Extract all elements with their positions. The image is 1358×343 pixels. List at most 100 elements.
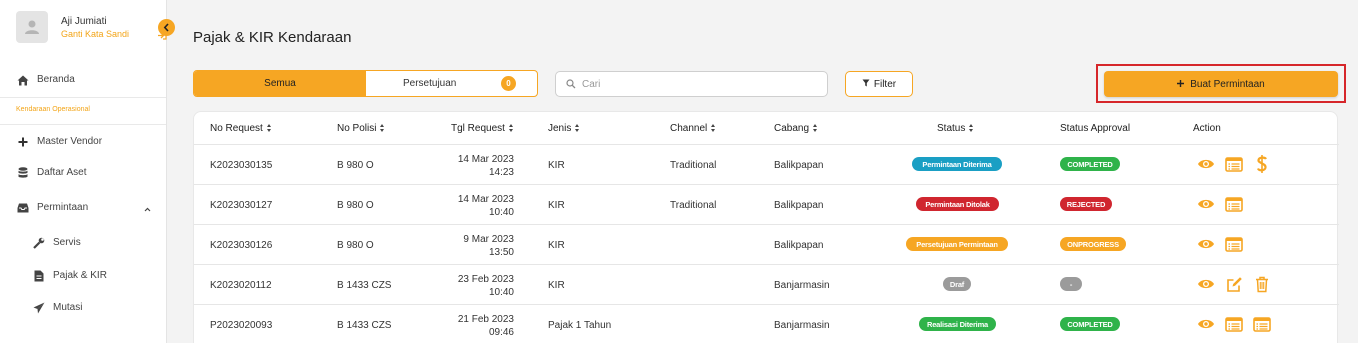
sidebar-item-beranda[interactable]: Beranda [0,67,166,93]
no-polisi-cell: B 980 O [337,160,374,171]
column-header[interactable]: No Request [210,123,272,134]
column-header[interactable]: Channel [670,123,716,134]
column-header: Action [1193,123,1221,134]
column-header[interactable]: No Polisi [337,123,385,134]
sort-icon [380,124,385,133]
tab-semua[interactable]: Semua [194,71,366,96]
jenis-cell: KIR [548,280,565,291]
no-request-cell: P2023020093 [210,320,273,331]
paper-plane-icon [32,301,46,315]
dollar-icon[interactable] [1252,154,1272,174]
approval-badge: - [1060,277,1082,291]
approval-badge: COMPLETED [1060,157,1120,171]
cabang-cell: Balikpapan [774,200,824,211]
view-icon[interactable] [1196,274,1216,294]
no-polisi-cell: B 980 O [337,240,374,251]
status-badge: Permintaan Ditolak [916,197,999,211]
column-header-label: No Request [210,123,263,134]
table-row: K2023030127 B 980 O 14 Mar 2023 10:40 KIR… [194,184,1339,224]
file-icon [32,269,46,283]
column-header[interactable]: Jenis [548,123,580,134]
column-header-label: No Polisi [337,123,377,134]
inbox-icon [16,201,30,215]
sidebar-item-servis[interactable]: Servis [0,230,166,256]
list-icon[interactable] [1224,194,1244,214]
status-badge: Permintaan Diterima [912,157,1002,171]
count-badge: 0 [501,76,516,91]
edit-icon[interactable] [1224,274,1244,294]
collapse-sidebar-button[interactable] [158,19,175,36]
sidebar-item-label: Pajak & KIR [53,270,107,281]
sidebar-item-permintaan[interactable]: Permintaan [0,195,166,221]
sidebar-item-daftar-aset[interactable]: Daftar Aset [0,160,166,186]
view-icon[interactable] [1196,154,1216,174]
status-tabs: Semua Persetujuan 0 [193,70,538,97]
sort-icon [813,124,818,133]
search-input[interactable] [582,76,817,92]
sort-icon [711,124,716,133]
chevron-up-icon [144,203,151,215]
request-time: 10:40 [488,287,514,298]
divider [0,124,166,125]
user-name: Aji Jumiati [61,16,107,27]
no-request-cell: K2023020112 [210,280,272,291]
list-icon[interactable] [1224,234,1244,254]
divider [0,97,166,98]
sidebar-item-mutasi[interactable]: Mutasi [0,295,166,321]
sidebar-item-label: Permintaan [37,202,89,213]
column-header-label: Status [937,123,966,134]
home-icon [16,73,30,87]
column-header-label: Cabang [774,123,810,134]
tab-label: Persetujuan [403,78,457,89]
sort-icon [508,124,514,133]
cabang-cell: Balikpapan [774,160,824,171]
sidebar-item-label: Mutasi [53,302,83,313]
avatar[interactable] [16,11,48,43]
plus-icon [1177,79,1185,90]
create-request-button[interactable]: Buat Permintaan [1104,71,1338,97]
column-header-label: Jenis [548,123,572,134]
status-badge: Draf [943,277,971,291]
column-header[interactable]: Cabang [774,123,818,134]
database-icon [16,166,30,180]
filter-label: Filter [873,78,897,90]
list-icon[interactable] [1224,314,1244,334]
chevron-left-icon [163,23,169,32]
no-polisi-cell: B 980 O [337,200,374,211]
row-actions [1196,313,1272,335]
cabang-cell: Banjarmasin [774,320,830,331]
cabang-cell: Banjarmasin [774,280,830,291]
page-title: Pajak & KIR Kendaraan [193,29,352,46]
trash-icon[interactable] [1252,274,1272,294]
sidebar-item-master-vendor[interactable]: Master Vendor [0,129,166,155]
column-header[interactable]: Tgl Request [451,123,514,134]
change-password-link[interactable]: Ganti Kata Sandi [61,29,129,39]
column-header[interactable]: Status [937,123,974,134]
jenis-cell: KIR [548,160,565,171]
table-row: K2023020112 B 1433 CZS 23 Feb 2023 10:40 … [194,264,1339,304]
wrench-icon [32,236,46,250]
jenis-cell: KIR [548,240,565,251]
tab-persetujuan[interactable]: Persetujuan 0 [366,71,537,96]
column-header-label: Tgl Request [451,123,505,134]
request-date: 23 Feb 2023 [457,274,514,285]
view-icon[interactable] [1196,234,1216,254]
channel-cell: Traditional [670,160,717,171]
sidebar-item-pajak-kir[interactable]: Pajak & KIR [0,263,166,289]
request-date-cell: 23 Feb 2023 10:40 [434,273,514,299]
list-icon[interactable] [1224,154,1244,174]
filter-button[interactable]: Filter [845,71,913,97]
list-icon[interactable] [1252,314,1272,334]
view-icon[interactable] [1196,314,1216,334]
request-date-cell: 21 Feb 2023 09:46 [434,313,514,339]
view-icon[interactable] [1196,194,1216,214]
approval-badge: COMPLETED [1060,317,1120,331]
row-actions [1196,233,1244,255]
sort-icon [575,124,580,133]
request-time: 09:46 [488,327,514,338]
jenis-cell: KIR [548,200,565,211]
request-time: 13:50 [488,247,514,258]
create-request-label: Buat Permintaan [1190,78,1265,90]
no-request-cell: K2023030135 [210,160,273,171]
user-icon [25,20,39,34]
